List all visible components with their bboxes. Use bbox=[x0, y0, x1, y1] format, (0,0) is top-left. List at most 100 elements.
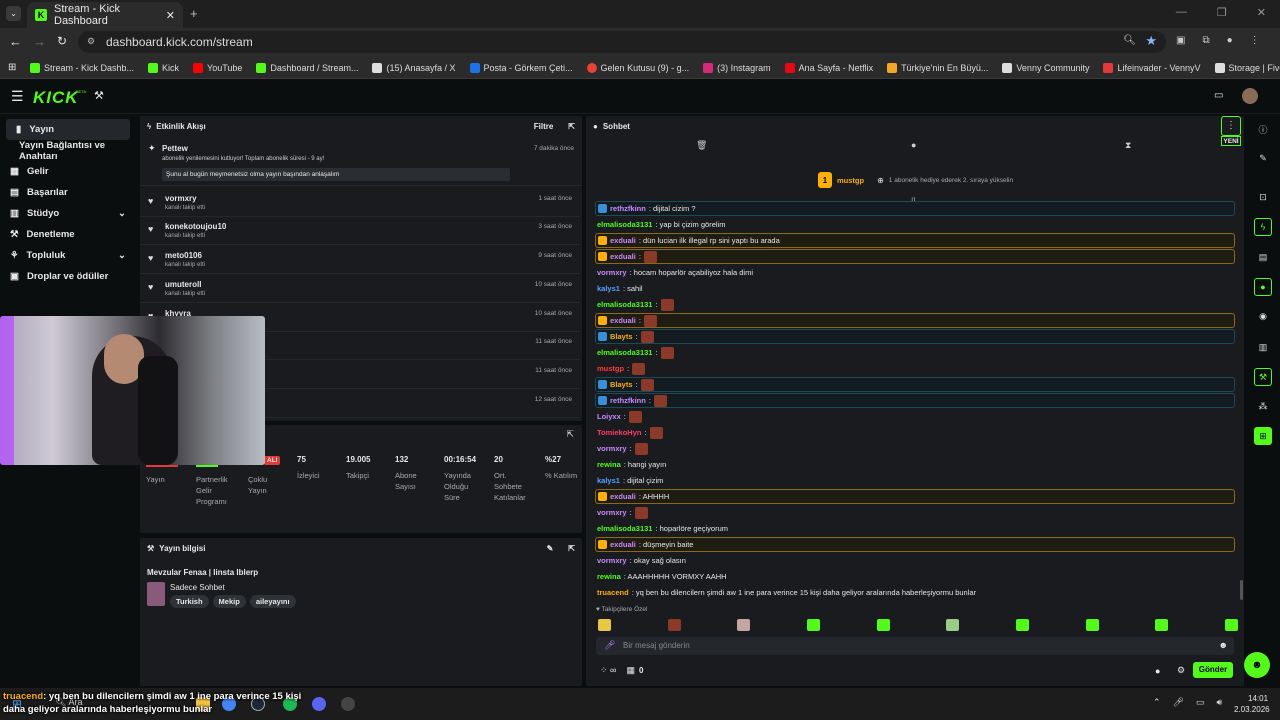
chat-username[interactable]: kalys1 bbox=[597, 284, 620, 293]
chat-icon[interactable]: ● bbox=[911, 140, 916, 150]
sidebar-item-stream-key[interactable]: Yayın Bağlantısı ve Anahtarı bbox=[0, 140, 138, 162]
forward-icon[interactable]: → bbox=[33, 34, 46, 49]
close-window-icon[interactable]: ✕ bbox=[1257, 6, 1266, 19]
edit-icon[interactable]: ✎ bbox=[1254, 149, 1272, 167]
clock-time[interactable]: 14:01 bbox=[1248, 694, 1268, 703]
bookmark-item[interactable]: Türkiye'nin En Büyü... bbox=[887, 62, 988, 73]
address-bar[interactable]: ⚙ dashboard.kick.com/stream 🔍︎ ★ bbox=[78, 31, 1166, 53]
network-icon[interactable]: ▭ bbox=[1196, 697, 1205, 708]
hamburger-menu-icon[interactable]: ☰ bbox=[11, 88, 24, 105]
maximize-icon[interactable]: ❐ bbox=[1217, 6, 1227, 19]
chat-username[interactable]: Loiyxx bbox=[597, 412, 621, 421]
edit-icon[interactable]: ✎ bbox=[547, 544, 554, 553]
clock-date[interactable]: 2.03.2026 bbox=[1234, 705, 1270, 714]
emote[interactable] bbox=[1085, 619, 1099, 631]
broadcast-toggle-icon[interactable]: ◉ bbox=[1254, 307, 1272, 325]
volume-icon[interactable]: 🔊︎ bbox=[1217, 697, 1223, 708]
emote[interactable] bbox=[1015, 619, 1029, 631]
browser-tab[interactable]: K Stream - Kick Dashboard ✕ bbox=[27, 2, 183, 28]
bookmark-item[interactable]: Storage | Fivemanage bbox=[1214, 62, 1280, 73]
chat-username[interactable]: mustgp bbox=[597, 364, 624, 373]
chat-username[interactable]: rewina bbox=[597, 460, 621, 469]
sidebar-item-yayin[interactable]: ▮ Yayın bbox=[6, 119, 130, 140]
new-tab-icon[interactable]: + bbox=[190, 6, 198, 21]
chat-username[interactable]: rethzfkinn bbox=[610, 396, 646, 405]
chat-username[interactable]: elmalisoda3131 bbox=[597, 220, 652, 229]
pinned-user[interactable]: mustgp bbox=[837, 176, 864, 185]
filter-button[interactable]: Filtre bbox=[534, 122, 554, 131]
emote[interactable] bbox=[876, 619, 890, 631]
chat-username[interactable]: exduali bbox=[610, 316, 636, 325]
nodes-icon[interactable]: ⁂ bbox=[1254, 397, 1272, 415]
discord-icon[interactable] bbox=[312, 697, 326, 711]
bookmark-item[interactable]: Gelen Kutusu (9) - g... bbox=[586, 62, 689, 73]
chat-username[interactable]: rethzfkinn bbox=[610, 204, 646, 213]
hourglass-icon[interactable]: ⧗ bbox=[1125, 140, 1131, 151]
tools-icon[interactable]: ⚒ bbox=[1254, 368, 1272, 386]
tab-search-button[interactable]: ⌄ bbox=[6, 6, 21, 21]
bookmark-item[interactable]: Stream - Kick Dashb... bbox=[30, 62, 134, 73]
popout-icon[interactable]: ⇱ bbox=[568, 544, 575, 553]
bookmark-item[interactable]: (3) Instagram bbox=[703, 62, 771, 73]
bookmark-item[interactable]: Dashboard / Stream... bbox=[256, 62, 358, 73]
emote[interactable] bbox=[946, 619, 960, 631]
emote[interactable] bbox=[1224, 619, 1238, 631]
sidebar-item-gelir[interactable]: ▦ Gelir bbox=[0, 161, 138, 182]
chat-username[interactable]: Blayts bbox=[610, 380, 633, 389]
support-chat-icon[interactable]: ☻ bbox=[1244, 652, 1270, 678]
bookmark-item[interactable]: Posta - Görkem Çeti... bbox=[469, 62, 573, 73]
app-icon[interactable] bbox=[341, 697, 355, 711]
bookmark-item[interactable]: Kick bbox=[148, 62, 179, 73]
tag[interactable]: Mekip bbox=[212, 595, 246, 608]
zoom-icon[interactable]: 🔍︎ bbox=[1123, 35, 1136, 46]
close-tab-icon[interactable]: ✕ bbox=[166, 9, 175, 22]
chat-username[interactable]: rewina bbox=[597, 572, 621, 581]
creator-mode-icon[interactable]: ▭ bbox=[1214, 90, 1223, 101]
bookmark-item[interactable]: (15) Anasayfa / X bbox=[372, 62, 456, 73]
bookmark-item[interactable]: Lifeinvader - VennyV bbox=[1103, 62, 1201, 73]
emoji-icon[interactable]: ☻ bbox=[1219, 640, 1228, 650]
kick-logo[interactable]: KICK bbox=[33, 88, 79, 108]
minimize-icon[interactable]: — bbox=[1176, 6, 1187, 19]
more-options-button[interactable]: ⋮ bbox=[1221, 116, 1241, 136]
bookmark-star-icon[interactable]: ★ bbox=[1145, 33, 1157, 49]
chat-username[interactable]: kalys1 bbox=[597, 476, 620, 485]
chat-username[interactable]: exduali bbox=[610, 492, 636, 501]
document-icon[interactable]: ▤ bbox=[1254, 248, 1272, 266]
points-icon[interactable]: ⁘ ∞ bbox=[600, 665, 616, 676]
sidebar-item-topluluk[interactable]: ⚘ Topluluk ⌄ bbox=[0, 245, 138, 266]
info-icon[interactable]: ⓘ bbox=[1254, 120, 1272, 138]
chat-message-icon[interactable]: ● bbox=[1155, 666, 1160, 676]
chat-username[interactable]: exduali bbox=[610, 252, 636, 261]
emote[interactable] bbox=[1155, 619, 1169, 631]
popout-icon[interactable]: ⇱ bbox=[566, 429, 574, 440]
chat-username[interactable]: truacend bbox=[597, 588, 629, 597]
send-button[interactable]: Gönder bbox=[1193, 662, 1233, 678]
menu-dots-icon[interactable]: ⋮ bbox=[1250, 35, 1260, 46]
emote[interactable] bbox=[806, 619, 820, 631]
sidebar-item-denetleme[interactable]: ⚒ Denetleme bbox=[0, 224, 138, 245]
chat-input[interactable]: 🎤︎ Bir mesaj gönderin ☻ bbox=[596, 637, 1234, 655]
profile-avatar-icon[interactable]: ● bbox=[1227, 35, 1233, 46]
chat-username[interactable]: vormxry bbox=[597, 444, 627, 453]
chat-username[interactable]: exduali bbox=[610, 236, 636, 245]
extension-icon[interactable]: ▣ bbox=[1176, 35, 1185, 46]
chat-username[interactable]: TomiekoHyn bbox=[597, 428, 641, 437]
store-icon[interactable]: ▦ bbox=[626, 665, 635, 676]
chat-username[interactable]: exduali bbox=[610, 540, 636, 549]
layers-icon[interactable]: ▥ bbox=[1254, 338, 1272, 356]
site-info-icon[interactable]: ⚙ bbox=[87, 36, 95, 47]
focus-icon[interactable]: ⊡ bbox=[1254, 188, 1272, 206]
bookmark-item[interactable]: Ana Sayfa - Netflix bbox=[784, 62, 873, 73]
chat-username[interactable]: vormxry bbox=[597, 268, 627, 277]
sidebar-item-droplar[interactable]: ▣ Droplar ve ödüller bbox=[0, 266, 138, 287]
chat-username[interactable]: elmalisoda3131 bbox=[597, 524, 652, 533]
popout-icon[interactable]: ⇱ bbox=[568, 122, 575, 131]
settings-gear-icon[interactable]: ⚙ bbox=[1177, 665, 1185, 676]
bookmark-item[interactable]: Venny Community bbox=[1002, 62, 1089, 73]
grid-app-icon[interactable]: ⊞ bbox=[1254, 427, 1272, 445]
trash-icon[interactable]: 🗑︎ bbox=[696, 140, 707, 151]
emote[interactable] bbox=[598, 619, 611, 631]
emote[interactable] bbox=[667, 619, 681, 631]
category-name[interactable]: Sadece Sohbet bbox=[170, 583, 225, 592]
